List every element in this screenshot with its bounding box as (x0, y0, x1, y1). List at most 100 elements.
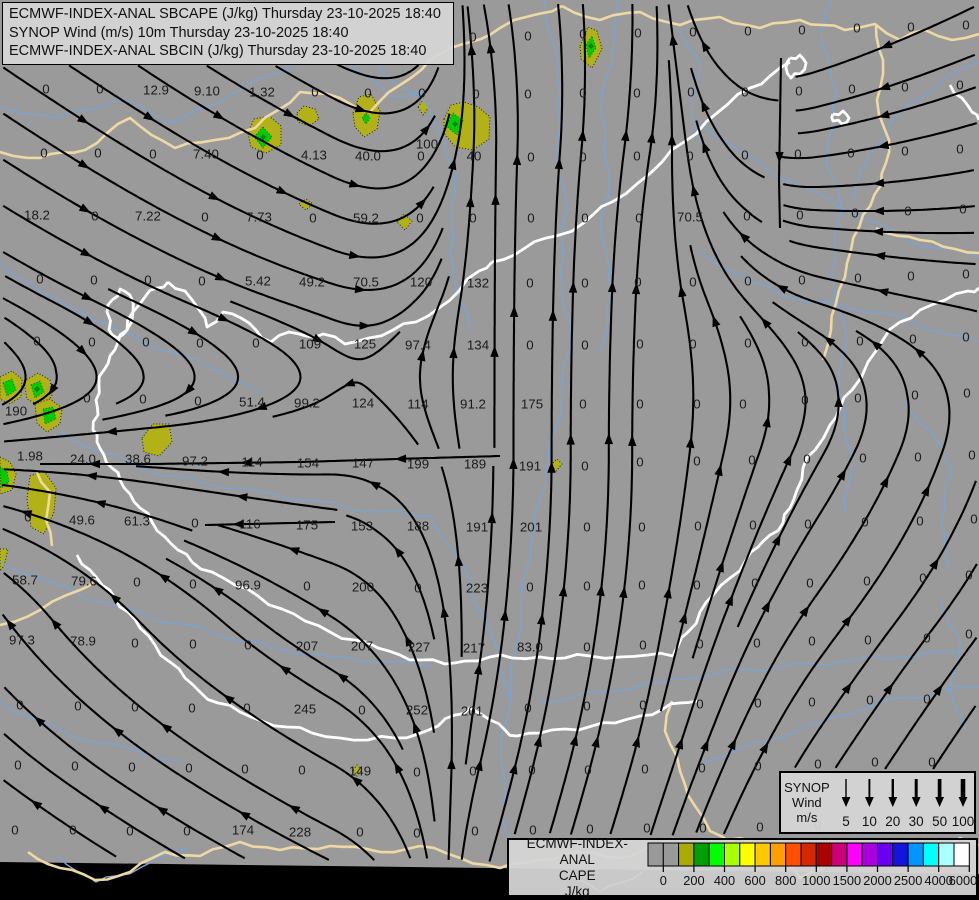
cape-scale-cell (862, 842, 879, 867)
value-label: 0 (863, 574, 870, 589)
value-label: 0 (189, 637, 196, 652)
value-label: 0 (689, 25, 696, 40)
value-label: 0 (962, 18, 969, 33)
value-label: 0 (144, 273, 151, 288)
value-label: 0 (633, 86, 640, 101)
value-label: 191 (519, 459, 541, 474)
value-label: 0 (583, 579, 590, 594)
cape-scale-cell (724, 842, 741, 867)
value-label: 0 (904, 204, 911, 219)
value-label: 0 (131, 700, 138, 715)
value-label: 0 (639, 698, 646, 713)
value-label: 0 (414, 581, 421, 596)
value-label: 0 (579, 150, 586, 165)
wind-legend-title: SYNOP Wind m/s (784, 780, 830, 825)
value-label: 59.2 (353, 211, 379, 226)
value-label: 0 (696, 697, 703, 712)
value-label: 0 (133, 575, 140, 590)
value-label: 0 (638, 520, 645, 535)
value-label: 153 (351, 519, 373, 534)
value-label: 114 (407, 397, 428, 412)
value-label: 0 (854, 271, 861, 286)
wind-arrow-head-icon (888, 796, 897, 807)
value-label: 0 (189, 577, 196, 592)
value-label: 0 (252, 336, 259, 351)
value-label: 70.5 (353, 275, 379, 290)
value-label: 0 (581, 338, 588, 353)
value-label: 0 (527, 150, 534, 165)
value-label: 0 (364, 86, 371, 101)
value-label: 201 (520, 520, 542, 535)
cape-scale-label: 1500 (833, 873, 861, 888)
value-label: 0 (956, 78, 963, 93)
value-label: 0 (358, 703, 365, 718)
value-label: 0 (579, 397, 586, 412)
value-label: 0 (94, 146, 101, 161)
value-label: 0 (579, 27, 586, 42)
value-label: 0 (526, 276, 533, 291)
value-label: 0 (469, 211, 476, 226)
value-label: 0 (689, 337, 696, 352)
value-label: 0 (24, 510, 31, 525)
wind-speed-label: 5 (842, 814, 850, 829)
value-label: 0 (698, 761, 705, 776)
value-label: 58.7 (12, 573, 38, 588)
title-line-wind: SYNOP Wind (m/s) 10m Thursday 23-10-2025… (9, 24, 349, 41)
value-label: 0 (748, 453, 755, 468)
value-label: 7.22 (135, 209, 161, 224)
wind-arrow-head-icon (864, 796, 874, 807)
value-label: 175 (521, 397, 543, 412)
value-label: 0 (751, 576, 758, 591)
value-label: 0 (641, 762, 648, 777)
value-label: 0 (756, 820, 763, 835)
cape-scale-cell (877, 842, 894, 867)
value-label: 0 (583, 699, 590, 714)
cape-scale-label: 2500 (894, 873, 922, 888)
value-label: 0 (298, 763, 305, 778)
cape-scale-cell (846, 842, 864, 867)
cape-scale-cell (785, 842, 802, 867)
value-label: 40 (467, 149, 482, 164)
value-label: 0 (413, 826, 420, 841)
title-line-sbcin: ECMWF-INDEX-ANAL SBCIN (J/kg) Thursday 2… (9, 43, 427, 59)
value-label: 0 (311, 85, 318, 100)
cape-scale-cell (663, 842, 680, 867)
value-label: 114 (241, 455, 262, 470)
value-label: 200 (352, 580, 374, 595)
weather-map-screen: 0 0 0 0 0 0 0 0 0 0 0 0 12.9 9.10 1.32 0 0 0 0 0 0 0 0 0 0 0 0 0 0 0 0… (0, 0, 979, 900)
value-label: 174 (232, 823, 254, 838)
value-label: 0 (416, 211, 423, 226)
value-label: 12.9 (143, 83, 169, 98)
value-label: 0 (808, 695, 815, 710)
value-label: 0 (126, 824, 133, 839)
value-label: 0 (801, 393, 808, 408)
value-label: 134 (467, 338, 489, 353)
value-label: 0 (356, 825, 363, 840)
value-label: 217 (463, 641, 485, 656)
value-label: 0 (909, 332, 916, 347)
value-label: 0 (907, 20, 914, 35)
value-label: 223 (466, 581, 488, 596)
value-label: 0 (744, 274, 751, 289)
value-label: 0 (303, 579, 310, 594)
value-label: 0 (686, 149, 693, 164)
value-label: 0 (526, 580, 533, 595)
cape-scale-label: 400 (714, 873, 735, 888)
value-label: 0 (859, 451, 866, 466)
value-label: 0 (901, 80, 908, 95)
value-label: 0 (968, 448, 975, 463)
wind-arrow-head-icon (911, 796, 921, 807)
value-label: 0 (694, 519, 701, 534)
value-label: 0 (40, 146, 47, 161)
value-label: 0 (142, 335, 149, 350)
wind-speed-label: 100 (951, 814, 974, 829)
value-label: 83.0 (517, 640, 543, 655)
value-label: 0 (309, 211, 316, 226)
value-label: 0 (687, 85, 694, 100)
value-label: 120 (410, 275, 432, 290)
value-label: 1.98 (17, 449, 43, 464)
value-label: 0 (201, 210, 208, 225)
title-line-sbcape: ECMWF-INDEX-ANAL SBCAPE (J/kg) Thursday … (9, 6, 441, 22)
cape-scale-cell (800, 842, 818, 867)
value-label: 0 (754, 696, 761, 711)
